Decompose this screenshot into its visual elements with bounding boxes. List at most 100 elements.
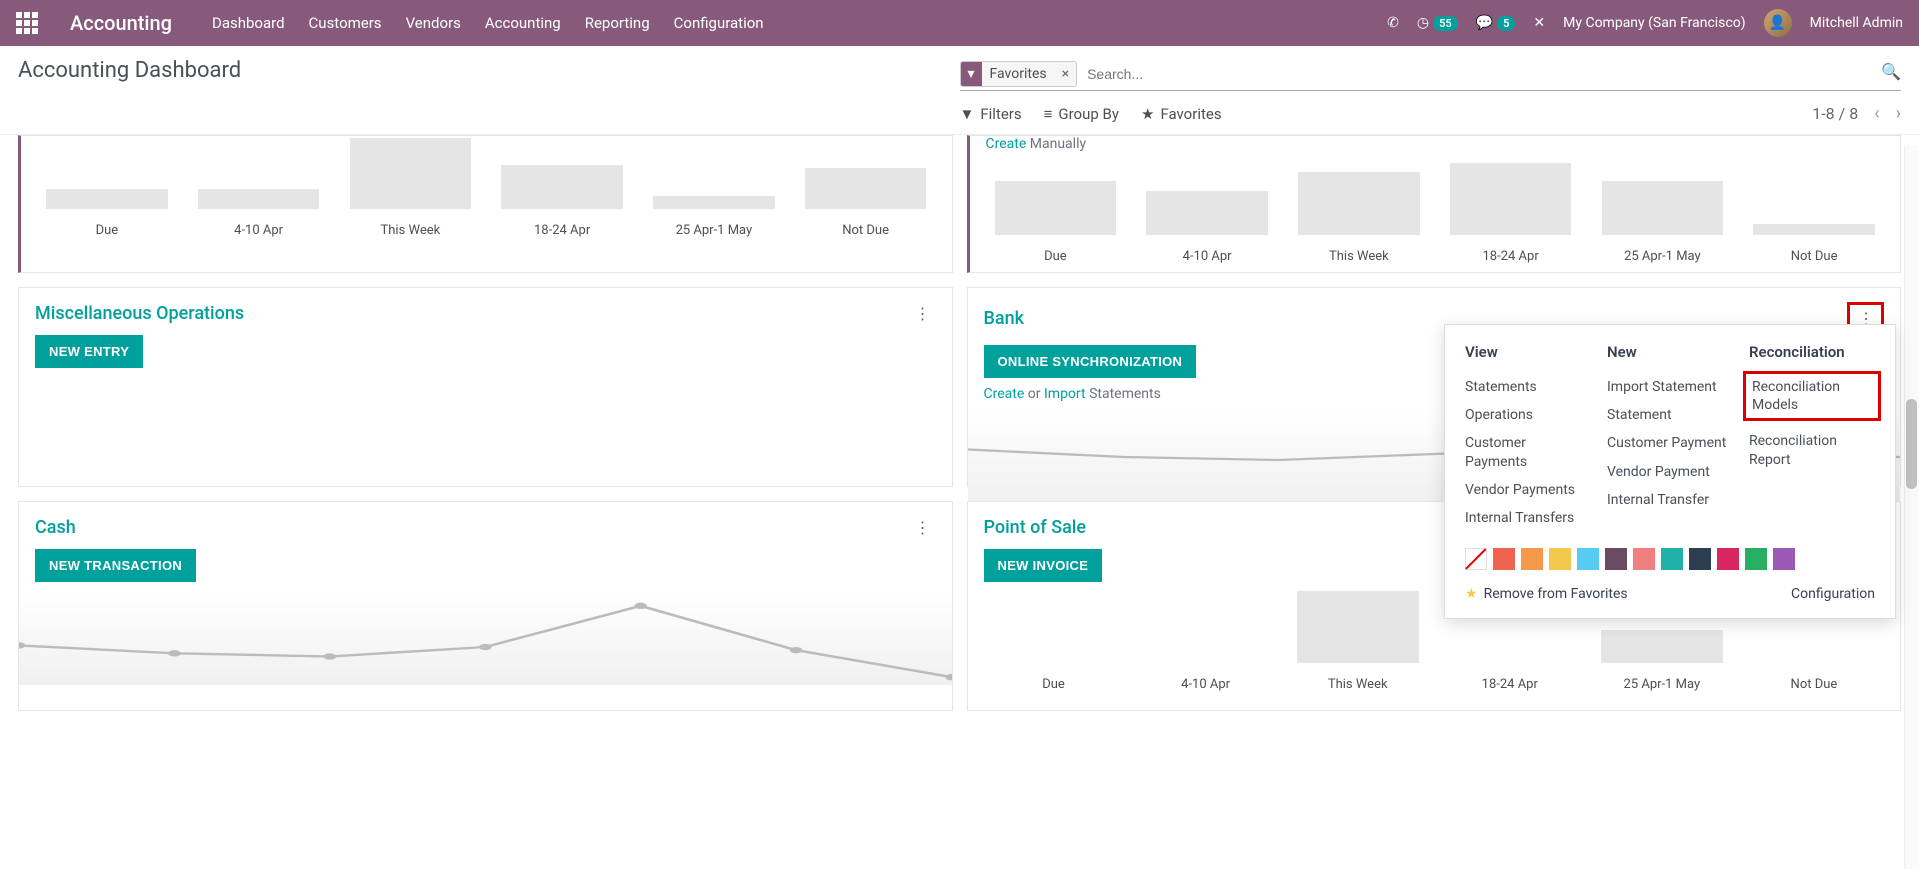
search-icon[interactable]: 🔍 <box>1881 62 1901 81</box>
avatar[interactable]: 👤 <box>1764 9 1792 37</box>
tools-icon[interactable]: ✕ <box>1533 15 1545 31</box>
nav-right: ✆ ◷ 55 💬 5 ✕ My Company (San Francisco) … <box>1387 9 1903 37</box>
activities-count: 55 <box>1433 16 1458 31</box>
bank-import-link[interactable]: Import <box>1044 386 1086 402</box>
online-sync-button[interactable]: ONLINE SYNCHRONIZATION <box>984 345 1197 378</box>
bank-popover: View Statements Operations Customer Paym… <box>1444 324 1896 619</box>
favorites-button[interactable]: ★Favorites <box>1141 105 1222 123</box>
filter-group: ▼Filters ≡Group By ★Favorites <box>960 105 1222 123</box>
color-swatch[interactable] <box>1577 548 1599 570</box>
popover-reconciliation-models[interactable]: Reconciliation Models <box>1743 371 1881 421</box>
popover-head-view: View <box>1465 343 1591 361</box>
color-swatch[interactable] <box>1493 548 1515 570</box>
pager-next-icon[interactable]: › <box>1896 103 1901 124</box>
list-icon: ≡ <box>1044 105 1053 123</box>
card-unknown-left: Due 4-10 Apr This Week 18-24 Apr 25 Apr-… <box>18 135 953 273</box>
popover-reconciliation-report[interactable]: Reconciliation Report <box>1749 427 1875 473</box>
barchart-right: Due 4-10 Apr This Week 18-24 Apr 25 Apr-… <box>970 162 1901 272</box>
popover-view-statements[interactable]: Statements <box>1465 373 1591 401</box>
card-title-pos[interactable]: Point of Sale <box>984 517 1087 538</box>
funnel-icon: ▼ <box>960 105 975 123</box>
color-palette <box>1465 548 1875 570</box>
color-swatch[interactable] <box>1633 548 1655 570</box>
scrollbar[interactable] <box>1904 146 1919 869</box>
color-swatch[interactable] <box>1549 548 1571 570</box>
card-title-misc[interactable]: Miscellaneous Operations <box>35 303 244 324</box>
card-misc-operations: Miscellaneous Operations ⋮ NEW ENTRY <box>18 287 953 487</box>
card-menu-cash[interactable]: ⋮ <box>909 516 936 539</box>
popover-col-reconciliation: Reconciliation Reconciliation Models Rec… <box>1749 343 1875 532</box>
user-menu[interactable]: Mitchell Admin <box>1810 15 1903 31</box>
color-none[interactable] <box>1465 548 1487 570</box>
apps-icon[interactable] <box>16 12 38 34</box>
activities-button[interactable]: ◷ 55 <box>1417 15 1458 31</box>
color-swatch[interactable] <box>1689 548 1711 570</box>
search-bar[interactable]: ▾ Favorites × 🔍 <box>960 58 1902 91</box>
card-unknown-right: Create Manually Due 4-10 Apr This Week 1… <box>967 135 1902 273</box>
color-swatch[interactable] <box>1773 548 1795 570</box>
popover-head-new: New <box>1607 343 1733 361</box>
nav-link-customers[interactable]: Customers <box>309 14 382 32</box>
card-cash: Cash ⋮ NEW TRANSACTION <box>18 501 953 711</box>
popover-new-vendor-payment[interactable]: Vendor Payment <box>1607 458 1733 486</box>
create-manually-link: Create Manually <box>970 136 1901 162</box>
popover-view-vendor-payments[interactable]: Vendor Payments <box>1465 476 1591 504</box>
app-title[interactable]: Accounting <box>70 11 172 35</box>
scrollbar-thumb[interactable] <box>1906 399 1917 489</box>
groupby-button[interactable]: ≡Group By <box>1044 105 1119 123</box>
messages-button[interactable]: 💬 5 <box>1476 15 1516 31</box>
popover-head-reconciliation: Reconciliation <box>1749 343 1875 361</box>
nav-link-accounting[interactable]: Accounting <box>485 14 561 32</box>
barchart-left: Due 4-10 Apr This Week 18-24 Apr 25 Apr-… <box>21 136 952 246</box>
popover-new-statement[interactable]: Statement <box>1607 401 1733 429</box>
popover-view-internal-transfers[interactable]: Internal Transfers <box>1465 504 1591 532</box>
pager-text: 1-8 / 8 <box>1812 104 1858 123</box>
nav-links: Dashboard Customers Vendors Accounting R… <box>212 14 1387 32</box>
popover-col-new: New Import Statement Statement Customer … <box>1607 343 1733 532</box>
popover-new-import-statement[interactable]: Import Statement <box>1607 373 1733 401</box>
bank-create-link[interactable]: Create <box>984 386 1025 402</box>
messages-count: 5 <box>1497 16 1515 31</box>
popover-view-customer-payments[interactable]: Customer Payments <box>1465 429 1591 475</box>
color-swatch[interactable] <box>1717 548 1739 570</box>
card-bank: Bank ⋮ ONLINE SYNCHRONIZATION Create or … <box>967 287 1902 487</box>
nav-link-vendors[interactable]: Vendors <box>406 14 461 32</box>
kanban-scroll[interactable]: Due 4-10 Apr This Week 18-24 Apr 25 Apr-… <box>0 134 1919 865</box>
search-facet-favorites[interactable]: ▾ Favorites × <box>960 61 1078 87</box>
page-title: Accounting Dashboard <box>18 58 241 83</box>
company-selector[interactable]: My Company (San Francisco) <box>1563 15 1745 31</box>
search-input[interactable] <box>1083 62 1901 86</box>
popover-new-customer-payment[interactable]: Customer Payment <box>1607 429 1733 457</box>
color-swatch[interactable] <box>1745 548 1767 570</box>
pager: 1-8 / 8 ‹ › <box>1812 103 1901 124</box>
card-menu-misc[interactable]: ⋮ <box>909 302 936 325</box>
card-title-bank[interactable]: Bank <box>984 308 1024 329</box>
nav-link-reporting[interactable]: Reporting <box>585 14 650 32</box>
create-link[interactable]: Create <box>986 136 1027 152</box>
kanban-board: Due 4-10 Apr This Week 18-24 Apr 25 Apr-… <box>0 135 1919 729</box>
popover-configuration[interactable]: Configuration <box>1791 586 1875 602</box>
cash-linechart <box>19 590 952 685</box>
new-entry-button[interactable]: NEW ENTRY <box>35 335 143 368</box>
phone-icon[interactable]: ✆ <box>1387 15 1399 31</box>
remove-from-favorites[interactable]: ★Remove from Favorites <box>1465 586 1628 602</box>
color-swatch[interactable] <box>1605 548 1627 570</box>
star-icon: ★ <box>1141 105 1154 123</box>
facet-label: Favorites <box>982 63 1055 85</box>
new-invoice-button[interactable]: NEW INVOICE <box>984 549 1103 582</box>
card-title-cash[interactable]: Cash <box>35 517 76 538</box>
pager-prev-icon[interactable]: ‹ <box>1874 103 1879 124</box>
funnel-icon: ▾ <box>961 62 982 86</box>
color-swatch[interactable] <box>1521 548 1543 570</box>
new-transaction-button[interactable]: NEW TRANSACTION <box>35 549 196 582</box>
nav-link-configuration[interactable]: Configuration <box>674 14 764 32</box>
top-nav: Accounting Dashboard Customers Vendors A… <box>0 0 1919 46</box>
popover-new-internal-transfer[interactable]: Internal Transfer <box>1607 486 1733 514</box>
nav-link-dashboard[interactable]: Dashboard <box>212 14 285 32</box>
control-row: ▼Filters ≡Group By ★Favorites 1-8 / 8 ‹ … <box>0 91 1919 134</box>
facet-remove-icon[interactable]: × <box>1055 66 1076 82</box>
popover-view-operations[interactable]: Operations <box>1465 401 1591 429</box>
filters-button[interactable]: ▼Filters <box>960 105 1022 123</box>
clock-icon: ◷ <box>1417 15 1429 31</box>
color-swatch[interactable] <box>1661 548 1683 570</box>
